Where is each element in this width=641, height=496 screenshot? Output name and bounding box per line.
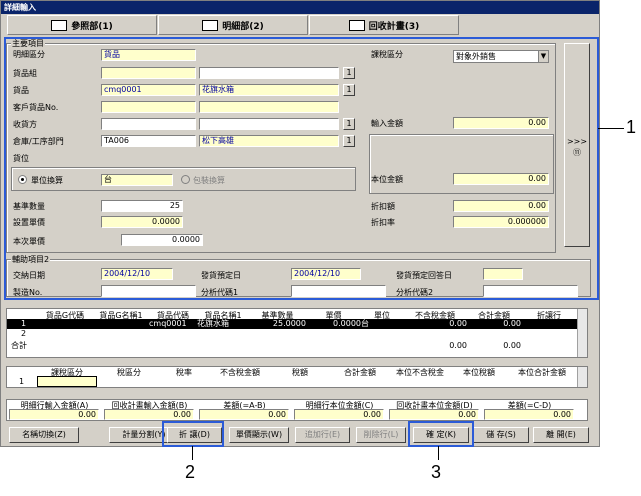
detail-grid-cell: 0.00 — [449, 319, 467, 328]
tab-detail-label: 明細部(2) — [222, 21, 264, 32]
detail-grid-total-cell: 0.00 — [503, 341, 521, 350]
name-switch-button[interactable]: 名稱切換(Z) — [9, 427, 79, 443]
add-row-button[interactable]: 追加行(E) — [295, 427, 350, 443]
callout-line-3 — [438, 446, 439, 460]
unit-price-display-button[interactable]: 單價顯示(W) — [229, 427, 289, 443]
tab-collection-plan[interactable]: 回收計畫(3) — [309, 15, 459, 35]
callout-1: 1 — [626, 117, 637, 137]
callout-3: 3 — [431, 462, 442, 482]
detail-grid-cell: 0.00 — [503, 319, 521, 328]
summary-value-cell: 0.00 — [199, 409, 289, 420]
tab-reference-label: 參照部(1) — [71, 21, 113, 32]
tax-grid-header-cell: 本位不含稅金 — [396, 368, 444, 377]
tax-grid-scrollbar[interactable] — [577, 367, 587, 387]
tax-grid-header-cell: 稅額 — [292, 368, 308, 377]
detail-grid-row-no: 1 — [21, 319, 27, 328]
close-button[interactable]: 離 開(E) — [533, 427, 589, 443]
summary-value-cell: 0.00 — [104, 409, 194, 420]
delete-row-button[interactable]: 削除行(L) — [356, 427, 406, 443]
tab-collection-plan-label: 回收計畫(3) — [368, 21, 420, 32]
callout-line-1 — [598, 128, 624, 129]
tax-grid-header-cell: 不含稅金額 — [220, 368, 260, 377]
summary-value-cell: 0.00 — [9, 409, 99, 420]
detail-grid-cell: 0.0000 — [333, 319, 361, 328]
tax-grid-header-cell: 稅區分 — [117, 368, 141, 377]
highlight-box-3 — [408, 421, 474, 447]
summary-value-cell: 0.00 — [294, 409, 384, 420]
tax-grid-header-cell: 本位合計金額 — [518, 368, 566, 377]
tax-grid-header-cell: 稅率 — [176, 368, 192, 377]
window-title: 詳細輸入 — [1, 1, 599, 14]
tax-grid-row-no: 1 — [19, 377, 25, 386]
save-button[interactable]: 儲 存(S) — [473, 427, 529, 443]
detail-grid-total-cell: 0.00 — [449, 341, 467, 350]
tax-grid-header-cell: 合計金額 — [344, 368, 376, 377]
detail-grid-cell: 25.0000 — [272, 319, 306, 328]
detail-grid-total-label: 合計 — [11, 341, 27, 350]
detail-grid-scrollbar[interactable] — [577, 309, 587, 357]
summary-value-cell: 0.00 — [389, 409, 479, 420]
highlight-box-2 — [162, 421, 224, 447]
tax-grid-header-cell: 本位稅額 — [463, 368, 495, 377]
callout-line-2 — [192, 446, 193, 460]
detail-grid-cell: 花旗水箱 — [197, 319, 229, 328]
highlight-box-1 — [4, 37, 599, 300]
detail-grid-row-no: 2 — [21, 329, 27, 338]
tax-grid-active-cell[interactable] — [37, 376, 97, 387]
detail-grid-cell: cmq0001 — [149, 319, 187, 328]
tab-reference[interactable]: 參照部(1) — [7, 15, 157, 35]
detail-input-window: 詳細輸入 參照部(1) 明細部(2) 回收計畫(3) 主要項目 明細區分 貨品 … — [0, 0, 600, 447]
document-icon — [202, 19, 219, 31]
calendar-icon — [348, 19, 365, 31]
tab-detail[interactable]: 明細部(2) — [158, 15, 308, 35]
detail-grid-cell: 台 — [361, 319, 369, 328]
callout-2: 2 — [185, 462, 196, 482]
book-icon — [51, 19, 68, 31]
summary-value-cell: 0.00 — [484, 409, 574, 420]
